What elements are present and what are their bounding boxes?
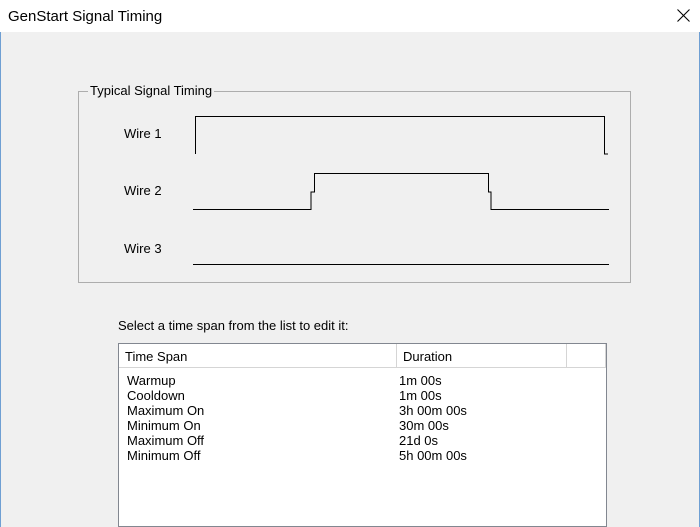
window-title: GenStart Signal Timing [8, 8, 163, 25]
column-header-filler [567, 344, 606, 368]
column-header-duration[interactable]: Duration [397, 344, 567, 368]
wire-1-label: Wire 1 [124, 126, 162, 141]
window-frame-left [0, 32, 1, 527]
close-icon [677, 9, 690, 22]
time-span-cell: Cooldown [127, 388, 185, 403]
time-span-cell: Maximum Off [127, 433, 205, 448]
column-header-time-span[interactable]: Time Span [119, 344, 397, 368]
time-span-cell: Maximum On [127, 403, 205, 418]
list-rows: Warmup 1m 00s Cooldown 1m 00s Maximum On… [119, 373, 606, 463]
title-bar: GenStart Signal Timing [0, 0, 700, 32]
list-row-cooldown[interactable]: Cooldown 1m 00s [119, 388, 606, 403]
time-span-cell: Minimum Off [127, 448, 201, 463]
wire-2-label: Wire 2 [124, 183, 162, 198]
list-header: Time Span Duration [119, 344, 606, 368]
list-row-warmup[interactable]: Warmup 1m 00s [119, 373, 606, 388]
list-row-minimum-off[interactable]: Minimum Off 5h 00m 00s [119, 448, 606, 463]
duration-cell: 1m 00s [399, 373, 442, 388]
time-span-cell: Minimum On [127, 418, 201, 433]
duration-cell: 1m 00s [399, 388, 442, 403]
duration-cell: 3h 00m 00s [399, 403, 467, 418]
signal-timing-dialog: GenStart Signal Timing Typical Signal Ti… [0, 0, 700, 527]
wire-3-label: Wire 3 [124, 241, 162, 256]
list-row-minimum-on[interactable]: Minimum On 30m 00s [119, 418, 606, 433]
instruction-text: Select a time span from the list to edit… [118, 318, 349, 333]
list-row-maximum-on[interactable]: Maximum On 3h 00m 00s [119, 403, 606, 418]
duration-cell: 21d 0s [399, 433, 439, 448]
group-title: Typical Signal Timing [88, 83, 215, 98]
duration-cell: 30m 00s [399, 418, 449, 433]
list-row-maximum-off[interactable]: Maximum Off 21d 0s [119, 433, 606, 448]
duration-cell: 5h 00m 00s [399, 448, 467, 463]
time-span-list[interactable]: Time Span Duration Warmup 1m 00s Cooldow… [118, 343, 607, 527]
close-button[interactable] [666, 0, 700, 32]
time-span-cell: Warmup [127, 373, 176, 388]
